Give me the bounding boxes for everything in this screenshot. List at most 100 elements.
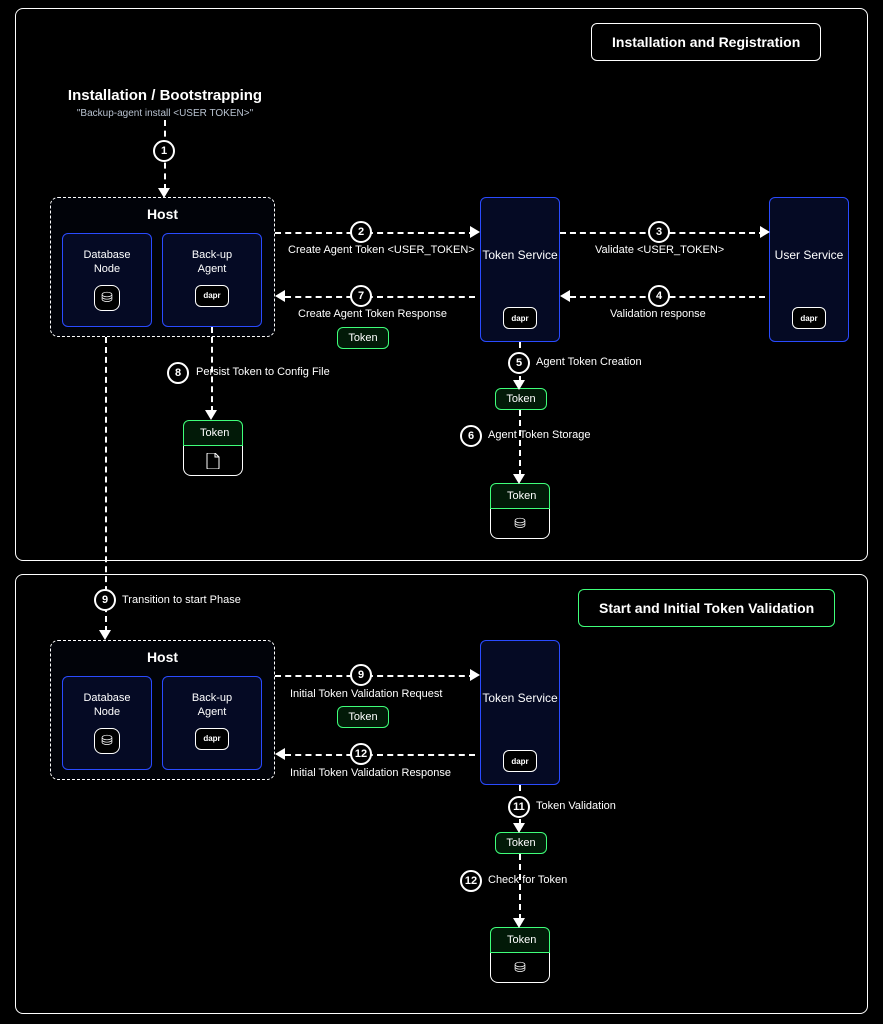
step9b-arrow	[470, 669, 480, 681]
step-label-4: Validation response	[610, 308, 706, 320]
token-stack-8-label: Token	[183, 420, 243, 446]
step-badge-8: 8	[167, 362, 189, 384]
dapr-chip-ts2: dapr	[503, 750, 537, 772]
step-badge-7: 7	[350, 285, 372, 307]
agent-label-1: Back-up Agent	[192, 248, 232, 277]
step4-arrow	[560, 290, 570, 302]
step-num-11: 11	[513, 801, 525, 813]
step-label-5: Agent Token Creation	[536, 356, 642, 368]
step2-arrow	[470, 226, 480, 238]
panel1-title: Installation and Registration	[591, 23, 821, 61]
db-label-1: Database Node	[83, 248, 130, 277]
dapr-text-2: dapr	[203, 734, 220, 743]
user-service-label: User Service	[770, 248, 848, 264]
token-pill-7: Token	[337, 327, 389, 349]
transition-line	[105, 337, 107, 632]
step-badge-2: 2	[350, 221, 372, 243]
section-cmd: "Backup-agent install <USER TOKEN>"	[50, 108, 280, 119]
step-num-5: 5	[516, 357, 522, 369]
token-service-label-2: Token Service	[481, 691, 559, 707]
step-num-12b: 12	[465, 875, 477, 887]
step-label-7: Create Agent Token Response	[298, 308, 447, 320]
backup-agent-1: Back-up Agent dapr	[162, 233, 262, 327]
step-badge-12b: 12	[460, 870, 482, 892]
step-badge-4: 4	[648, 285, 670, 307]
diagram-canvas: Installation and Registration Installati…	[0, 0, 883, 1024]
step-badge-9b: 9	[350, 664, 372, 686]
step-label-2: Create Agent Token <USER_TOKEN>	[288, 244, 475, 256]
step7-line	[285, 296, 475, 298]
dapr-text-ts2: dapr	[511, 757, 528, 766]
token-service-2: Token Service dapr	[480, 640, 560, 785]
step-num-6: 6	[468, 430, 474, 442]
step-label-12b: Check for Token	[488, 874, 567, 886]
dapr-chip-2: dapr	[195, 728, 229, 750]
token-pill-9b: Token	[337, 706, 389, 728]
step12b-line	[519, 854, 521, 920]
dapr-text-1: dapr	[203, 291, 220, 300]
token-stack-12b: Token ⛁	[490, 927, 550, 983]
step-num-1: 1	[161, 145, 167, 157]
step1-arrowhead	[158, 188, 170, 198]
database-icon: ⛁	[94, 285, 120, 311]
step6-line	[519, 410, 521, 476]
token-pill-5: Token	[495, 388, 547, 410]
host-label-2: Host	[51, 649, 274, 665]
user-service: User Service dapr	[769, 197, 849, 342]
step12a-arrow	[275, 748, 285, 760]
section-install-heading: Installation / Bootstrapping "Backup-age…	[50, 87, 280, 119]
step3-arrow	[760, 226, 770, 238]
file-icon	[183, 446, 243, 476]
panel2-title: Start and Initial Token Validation	[578, 589, 835, 627]
file-icon	[206, 453, 220, 469]
backup-agent-2: Back-up Agent dapr	[162, 676, 262, 770]
section-title: Installation / Bootstrapping	[50, 87, 280, 104]
database-icon: ⛁	[490, 953, 550, 983]
host-label-1: Host	[51, 206, 274, 222]
dapr-text-us: dapr	[800, 314, 817, 323]
step-label-12a: Initial Token Validation Response	[290, 767, 451, 779]
transition-arrow	[99, 630, 111, 640]
step-badge-1: 1	[153, 140, 175, 162]
token-stack-12b-label: Token	[490, 927, 550, 953]
step-badge-11: 11	[508, 796, 530, 818]
step12a-line	[285, 754, 475, 756]
step9b-line	[275, 675, 475, 677]
step-num-12a: 12	[355, 748, 367, 760]
dapr-chip-us: dapr	[792, 307, 826, 329]
panel1-title-text: Installation and Registration	[612, 34, 800, 50]
agent-label-2: Back-up Agent	[192, 691, 232, 720]
token-service-label-1: Token Service	[481, 248, 559, 264]
token-service-1: Token Service dapr	[480, 197, 560, 342]
step-num-9b: 9	[358, 669, 364, 681]
step-badge-9a: 9	[94, 589, 116, 611]
step-num-7: 7	[358, 290, 364, 302]
step-badge-3: 3	[648, 221, 670, 243]
step-label-11: Token Validation	[536, 800, 616, 812]
step-num-8: 8	[175, 367, 181, 379]
step5-arrow	[513, 380, 525, 390]
step6-arrow	[513, 474, 525, 484]
step-num-2: 2	[358, 226, 364, 238]
step-badge-6: 6	[460, 425, 482, 447]
step-label-9b: Initial Token Validation Request	[290, 688, 442, 700]
database-icon: ⛁	[94, 728, 120, 754]
step2-line	[275, 232, 475, 234]
database-icon: ⛁	[490, 509, 550, 539]
step-num-3: 3	[656, 226, 662, 238]
step-num-4: 4	[656, 290, 662, 302]
token-stack-8: Token	[183, 420, 243, 476]
step-label-9a: Transition to start Phase	[122, 594, 241, 606]
step-num-9a: 9	[102, 594, 108, 606]
step-label-3: Validate <USER_TOKEN>	[595, 244, 724, 256]
dapr-chip-ts1: dapr	[503, 307, 537, 329]
database-node-1: Database Node ⛁	[62, 233, 152, 327]
step11-arrow	[513, 823, 525, 833]
panel2-title-text: Start and Initial Token Validation	[599, 600, 814, 616]
step-badge-12a: 12	[350, 743, 372, 765]
dapr-text-ts1: dapr	[511, 314, 528, 323]
token-stack-6-label: Token	[490, 483, 550, 509]
step-badge-5: 5	[508, 352, 530, 374]
db-label-2: Database Node	[83, 691, 130, 720]
token-pill-11: Token	[495, 832, 547, 854]
